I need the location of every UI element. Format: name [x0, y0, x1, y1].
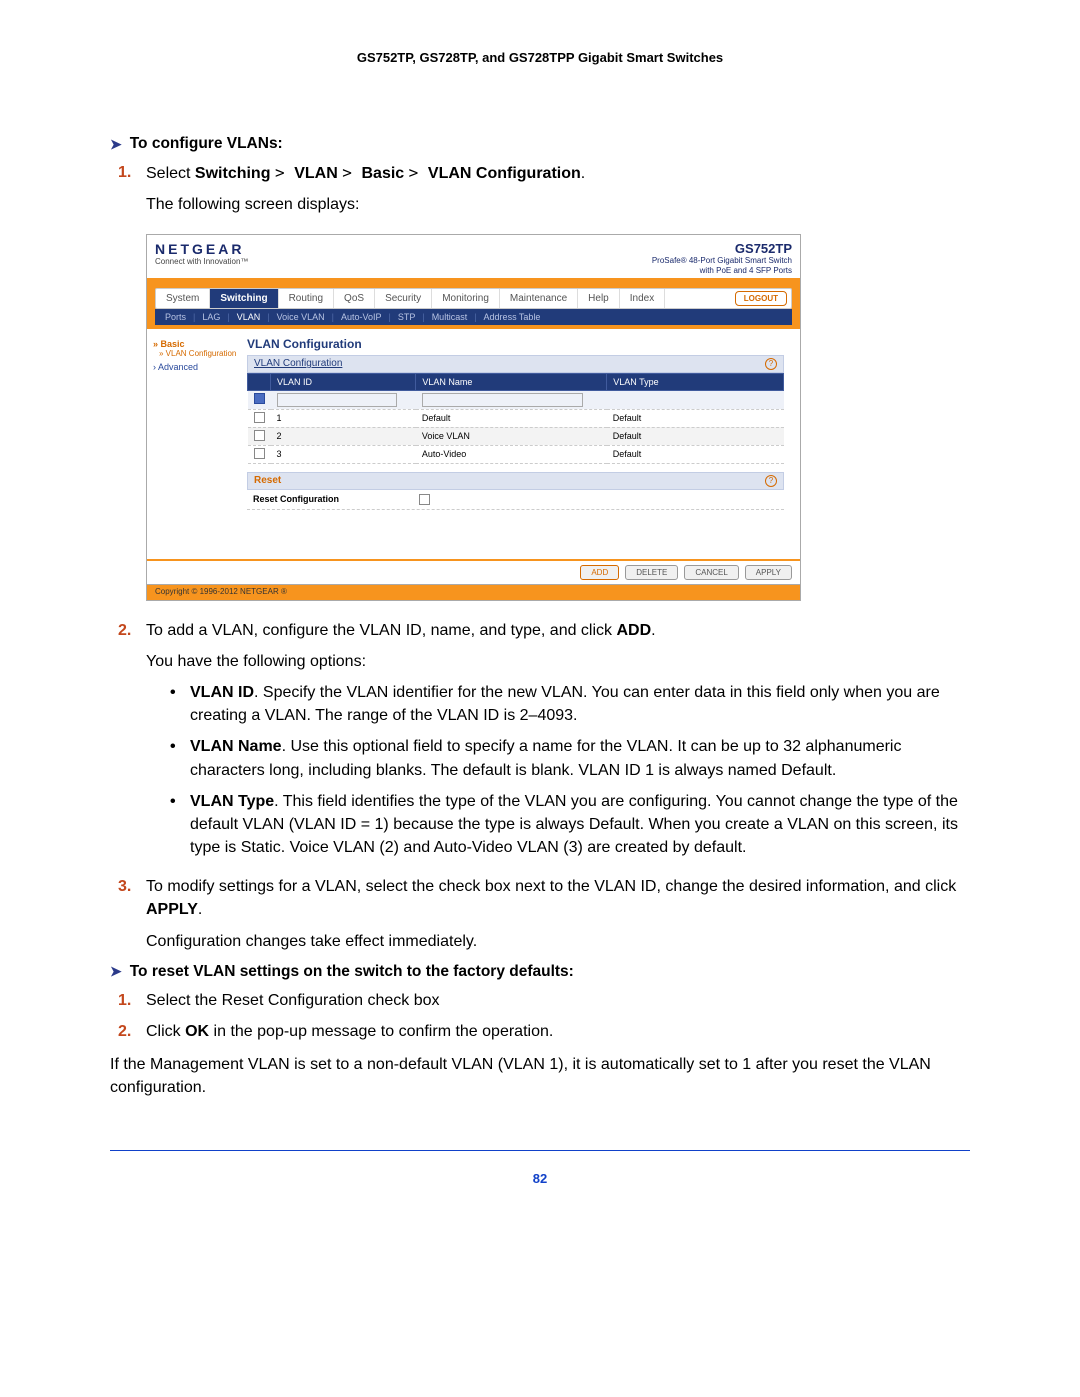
bullet-vlan-name: VLAN Name — [190, 738, 282, 755]
tab-help[interactable]: Help — [578, 289, 620, 308]
subnav-stp[interactable]: STP — [396, 312, 418, 322]
panel-title: VLAN Configuration — [247, 337, 784, 351]
reset-title: Reset — [254, 475, 281, 486]
table-row: 1 Default Default — [248, 409, 784, 427]
s2-step1: Select the Reset Configuration check box — [146, 989, 970, 1012]
bullet-vlan-type: VLAN Type — [190, 793, 274, 810]
s2-step2-ok: OK — [185, 1023, 209, 1040]
table-row: 3 Auto-Video Default — [248, 445, 784, 463]
section2-title: To reset VLAN settings on the switch to … — [130, 963, 574, 981]
tab-switching[interactable]: Switching — [210, 289, 278, 308]
tab-qos[interactable]: QoS — [334, 289, 375, 308]
model-sub2: with PoE and 4 SFP Ports — [652, 266, 792, 276]
subnav-voicevlan[interactable]: Voice VLAN — [275, 312, 327, 322]
subnav-lag[interactable]: LAG — [200, 312, 222, 322]
subnav-addrtable[interactable]: Address Table — [482, 312, 543, 322]
logout-button[interactable]: LOGOUT — [735, 291, 787, 306]
add-button[interactable]: ADD — [580, 565, 619, 580]
list-marker: 2. — [118, 619, 138, 868]
list-marker: 3. — [118, 875, 138, 953]
model-name: GS752TP — [652, 241, 792, 256]
page-number: 82 — [110, 1150, 970, 1186]
select-all-checkbox[interactable] — [254, 393, 265, 404]
step1-text: Select — [146, 165, 195, 182]
step3-apply: APPLY — [146, 901, 198, 918]
step1-path-vlan: VLAN — [294, 165, 338, 182]
leftnav-vlan-config[interactable]: » VLAN Configuration — [159, 349, 241, 358]
subnav-vlan[interactable]: VLAN — [235, 312, 263, 322]
tab-routing[interactable]: Routing — [279, 289, 334, 308]
delete-button[interactable]: DELETE — [625, 565, 678, 580]
apply-button[interactable]: APPLY — [745, 565, 792, 580]
subnav-multicast[interactable]: Multicast — [430, 312, 470, 322]
help-icon[interactable]: ? — [765, 475, 777, 487]
model-sub1: ProSafe® 48-Port Gigabit Smart Switch — [652, 256, 792, 266]
brand-tagline: Connect with Innovation™ — [155, 257, 248, 266]
section-configure-vlans: ➤ To configure VLANs: — [110, 135, 970, 153]
row-checkbox[interactable] — [254, 448, 265, 459]
brand-logo: NETGEAR — [155, 241, 248, 257]
subnav-autovoip[interactable]: Auto-VoIP — [339, 312, 384, 322]
vlan-table: VLAN ID VLAN Name VLAN Type 1 Default — [247, 373, 784, 464]
step2-note: You have the following options: — [146, 650, 970, 673]
section-reset-vlan: ➤ To reset VLAN settings on the switch t… — [110, 963, 970, 981]
col-vlan-id: VLAN ID — [271, 373, 416, 390]
step2-add: ADD — [616, 622, 651, 639]
step1-path-conf: VLAN Configuration — [428, 165, 581, 182]
step2-text: To add a VLAN, configure the VLAN ID, na… — [146, 622, 616, 639]
list-marker: 1. — [118, 161, 138, 216]
arrow-icon: ➤ — [110, 963, 122, 980]
s2-step2c: in the pop-up message to confirm the ope… — [209, 1023, 553, 1040]
subnav-ports[interactable]: Ports — [163, 312, 188, 322]
step3-text: To modify settings for a VLAN, select th… — [146, 878, 956, 895]
section1-title: To configure VLANs: — [130, 135, 283, 153]
reset-checkbox[interactable] — [419, 494, 430, 505]
tab-index[interactable]: Index — [620, 289, 665, 308]
step1-note: The following screen displays: — [146, 193, 970, 216]
top-tabs: System Switching Routing QoS Security Mo… — [155, 288, 792, 309]
embedded-screenshot: NETGEAR Connect with Innovation™ GS752TP… — [146, 234, 801, 600]
copyright: Copyright © 1996-2012 NETGEAR ® — [147, 584, 800, 598]
list-marker: 2. — [118, 1020, 138, 1043]
help-icon[interactable]: ? — [765, 358, 777, 370]
bullet-vlan-id: VLAN ID — [190, 684, 254, 701]
row-checkbox[interactable] — [254, 430, 265, 441]
tab-security[interactable]: Security — [375, 289, 432, 308]
subpanel-title: VLAN Configuration — [254, 358, 342, 369]
sub-nav: Ports| LAG| VLAN| Voice VLAN| Auto-VoIP|… — [155, 309, 792, 325]
list-marker: 1. — [118, 989, 138, 1012]
tab-system[interactable]: System — [156, 289, 210, 308]
arrow-icon: ➤ — [110, 136, 122, 153]
step3-note: Configuration changes take effect immedi… — [146, 930, 970, 953]
s2-step2a: Click — [146, 1023, 185, 1040]
step1-path-switching: Switching — [195, 165, 271, 182]
col-vlan-name: VLAN Name — [416, 373, 607, 390]
reset-label: Reset Configuration — [253, 494, 339, 504]
cancel-button[interactable]: CANCEL — [684, 565, 738, 580]
col-vlan-type: VLAN Type — [607, 373, 784, 390]
leftnav-advanced[interactable]: › Advanced — [153, 362, 241, 372]
tab-maintenance[interactable]: Maintenance — [500, 289, 578, 308]
section2-note: If the Management VLAN is set to a non-d… — [110, 1053, 970, 1099]
leftnav-basic[interactable]: » Basic — [153, 339, 241, 349]
vlan-id-input[interactable] — [277, 393, 397, 407]
table-row: 2 Voice VLAN Default — [248, 427, 784, 445]
doc-header: GS752TP, GS728TP, and GS728TPP Gigabit S… — [110, 50, 970, 65]
vlan-name-input[interactable] — [422, 393, 583, 407]
row-checkbox[interactable] — [254, 412, 265, 423]
tab-monitoring[interactable]: Monitoring — [432, 289, 500, 308]
step1-path-basic: Basic — [361, 165, 404, 182]
